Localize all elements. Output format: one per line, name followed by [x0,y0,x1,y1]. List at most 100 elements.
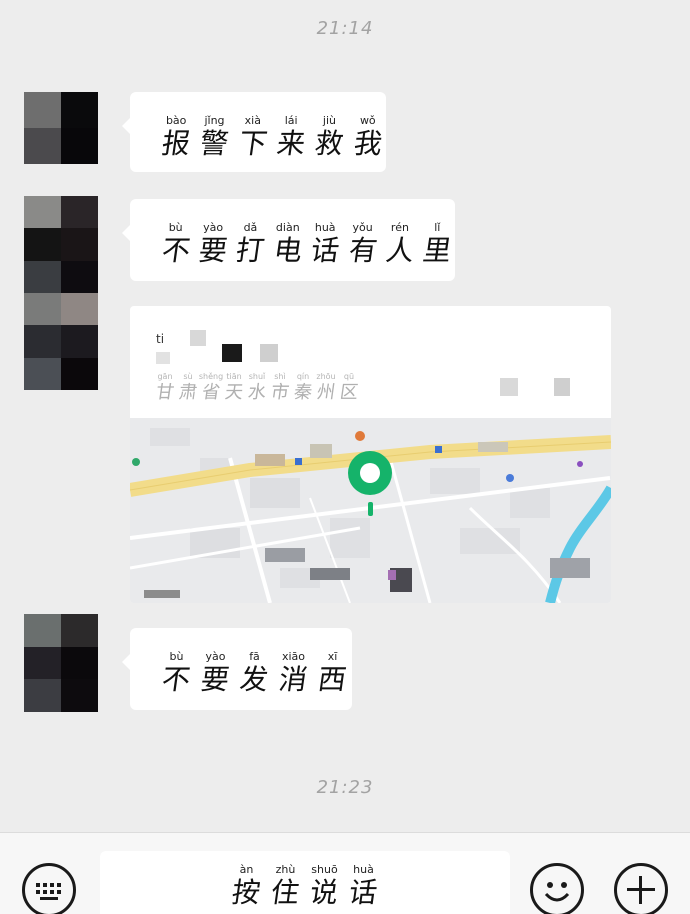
ruby-char: shěng 省 [198,372,224,404]
hanzi: 省 [200,382,222,403]
ruby-char: zhōu 州 [315,372,337,404]
redacted-block [222,344,242,362]
more-button[interactable] [614,863,668,914]
pinyin: yǒu [352,221,373,234]
hanzi: 住 [269,876,302,909]
ruby-char: shuǐ 水 [246,372,268,404]
emoji-icon [544,882,570,902]
hanzi: 话 [347,876,380,909]
ruby-char: yào 要 [197,650,234,696]
hanzi: 说 [308,876,341,909]
keyboard-toggle-button[interactable] [22,863,76,914]
pinyin: shěng [198,372,224,381]
hanzi: 救 [313,127,346,160]
ruby-char: huà 话 [308,221,343,267]
pinyin: lǐ [434,221,441,234]
ruby-char: diàn 电 [270,221,305,267]
pinyin: xiāo [281,650,306,663]
pinyin: zhōu [316,372,336,381]
ruby-char: yǒu 有 [345,221,380,267]
ruby-char: lái 来 [273,114,309,160]
location-address: gān 甘 sù 肃 shěng 省 tiān 天 shuǐ 水 shì 市 qín 秦 zhōu 州 qū 区 [154,372,360,404]
ruby-char: shuō 说 [306,863,343,909]
message-bubble[interactable]: bù 不 yào 要 fā 发 xiāo 消 xī 西 [122,628,352,710]
hanzi: 肃 [177,382,199,403]
pinyin: rén [390,221,409,234]
pinyin: gān [157,372,173,381]
keyboard-icon [36,883,61,900]
ruby-char: gān 甘 [154,372,176,404]
pinyin: xià [244,114,261,127]
redacted-block [554,378,570,396]
ruby-char: zhù 住 [267,863,304,909]
hanzi: 不 [160,663,193,696]
hanzi: 不 [159,234,193,267]
pinyin: qín [296,372,310,381]
pinyin: yào [205,650,226,663]
ruby-char: jiù 救 [311,114,347,160]
ruby-char: tiān 天 [223,372,245,404]
ruby-char: qū 区 [338,372,360,404]
hanzi: 按 [230,876,263,909]
message-bubble[interactable]: bù 不 yào 要 dǎ 打 diàn 电 huà 话 yǒu 有 rén 人 lǐ 里 [122,199,455,281]
hanzi: 甘 [154,382,176,403]
pinyin: shì [274,372,286,381]
pinyin: xī [327,650,338,663]
location-map[interactable] [130,418,611,603]
pinyin: wǒ [359,114,376,127]
hanzi: 里 [421,234,454,267]
ruby-char: shì 市 [269,372,291,404]
hanzi: 来 [274,127,308,160]
message-text: bù 不 yào 要 dǎ 打 diàn 电 huà 话 yǒu 有 rén 人 lǐ 里 [158,221,455,267]
ruby-char: jǐng 警 [196,114,232,160]
ruby-char: wǒ 我 [350,114,386,160]
hanzi: 水 [246,382,268,403]
hanzi: 报 [159,127,193,160]
ruby-char: xià 下 [235,114,271,160]
hanzi: 警 [198,127,231,160]
hanzi: 要 [199,663,232,696]
pinyin: bù [168,221,183,234]
hanzi: 西 [316,663,349,696]
pinyin: fā [249,650,260,663]
pinyin: shuō [311,863,338,876]
pinyin: dǎ [243,221,258,234]
hanzi: 秦 [292,382,314,403]
hanzi: 天 [223,382,245,403]
message-bubble[interactable]: bào 报 jǐng 警 xià 下 lái 来 jiù 救 wǒ 我 [122,92,386,172]
ruby-char: rén 人 [382,221,417,267]
ruby-char: àn 按 [228,863,265,909]
hanzi: 下 [236,127,270,160]
avatar[interactable] [24,196,98,390]
pinyin: huà [353,863,374,876]
pinyin: shuǐ [248,372,266,381]
hanzi: 话 [308,234,342,267]
pinyin: sù [183,372,193,381]
redacted-block [190,330,206,346]
location-title-pinyin: ti [156,332,165,346]
avatar[interactable] [24,614,98,712]
location-card[interactable]: ti gān 甘 sù 肃 shěng 省 tiān 天 shuǐ 水 shì 市 qín 秦 zhōu 州 q… [130,306,611,603]
avatar[interactable] [24,92,98,164]
pinyin: jiù [322,114,337,127]
hanzi: 人 [383,234,417,267]
ruby-char: qín 秦 [292,372,314,404]
ruby-char: bù 不 [158,650,195,696]
hanzi: 打 [234,234,267,267]
hanzi: 我 [351,127,385,160]
input-bar: àn 按 zhù 住 shuō 说 huà 话 [0,832,690,914]
ruby-char: lǐ 里 [420,221,455,267]
pinyin: bào [165,114,187,127]
pinyin: huà [314,221,336,234]
pinyin: tiān [226,372,242,381]
hanzi: 发 [238,663,271,696]
location-header: ti gān 甘 sù 肃 shěng 省 tiān 天 shuǐ 水 shì 市 qín 秦 zhōu 州 q… [130,306,611,418]
emoji-button[interactable] [530,863,584,914]
ruby-char: bào 报 [158,114,194,160]
hanzi: 州 [315,382,337,403]
hanzi: 有 [346,234,379,267]
hold-to-talk-label: àn 按 zhù 住 shuō 说 huà 话 [228,863,382,909]
plus-icon [627,876,655,904]
pinyin: yào [203,221,224,234]
hold-to-talk-button[interactable]: àn 按 zhù 住 shuō 说 huà 话 [100,851,510,914]
